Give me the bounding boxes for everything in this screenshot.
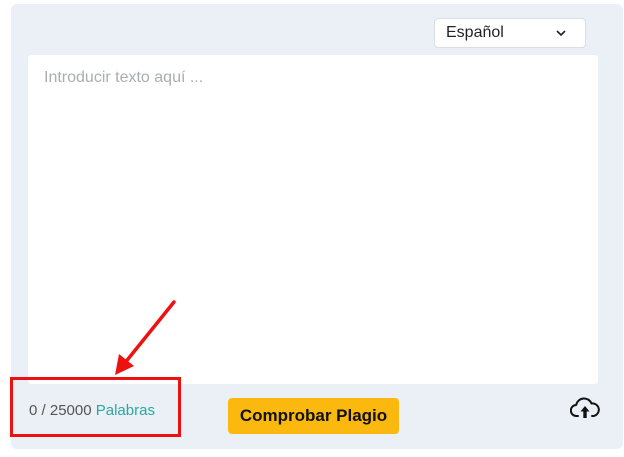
check-plagiarism-button[interactable]: Comprobar Plagio — [228, 398, 399, 434]
language-select[interactable]: Español — [434, 18, 586, 48]
red-arrow-icon — [115, 300, 176, 375]
cloud-upload-icon[interactable] — [570, 396, 600, 422]
chevron-down-icon — [556, 30, 566, 37]
language-select-value: Español — [446, 24, 504, 41]
annotation-highlight-box — [10, 377, 181, 437]
